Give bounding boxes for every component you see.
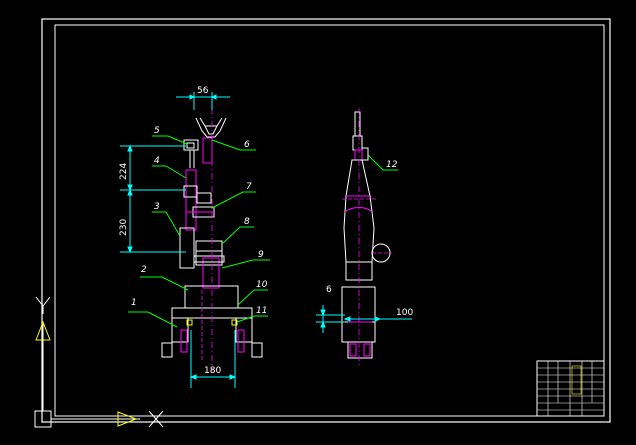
foot-pad-right: [251, 342, 263, 358]
cad-drawing: 56 224 230 180 1 2 3 4 5 6 7 8 9 10 11 1…: [34, 18, 611, 428]
balloon-5: 5: [154, 126, 160, 136]
wrist-block-inner: [186, 142, 195, 149]
balloon-11: 11: [256, 306, 267, 316]
wrist-bar: [202, 137, 213, 164]
balloon-1: 1: [131, 298, 137, 308]
leaders: [128, 135, 398, 328]
foot-pad-mid-l: [180, 329, 188, 353]
side-base: [341, 286, 376, 323]
dim-upper-height: 224: [119, 163, 129, 180]
balloon-9: 9: [258, 250, 264, 260]
arm-joint: [195, 240, 223, 252]
middle-body: [179, 227, 195, 269]
dim-side-offset: 100: [396, 308, 413, 318]
foot-pad-left: [161, 342, 173, 358]
balloon-6: 6: [244, 140, 250, 150]
ucs-axis-icon: [34, 296, 164, 428]
upper-column: [185, 169, 197, 231]
balloon-8: 8: [244, 217, 250, 227]
dim-top-width: 56: [197, 86, 209, 96]
balloon-12: 12: [386, 160, 398, 170]
balloon-3: 3: [154, 202, 160, 212]
balloon-10: 10: [256, 280, 268, 290]
dim-lower-height: 230: [119, 219, 129, 236]
base-body: [184, 285, 239, 309]
gripper: [195, 117, 227, 138]
bolt-7: [196, 192, 212, 204]
inner-frame: [54, 24, 605, 417]
balloon-2: 2: [141, 265, 147, 275]
dim-base-width: 180: [204, 366, 221, 376]
balloon-7: 7: [246, 182, 252, 192]
front-view: [161, 95, 263, 372]
title-block: [536, 360, 605, 417]
balloon-4: 4: [154, 156, 160, 166]
dim-side-gap: 6: [326, 285, 332, 295]
foot-pad-mid-r: [237, 329, 245, 353]
front-dimensions: [120, 92, 237, 388]
